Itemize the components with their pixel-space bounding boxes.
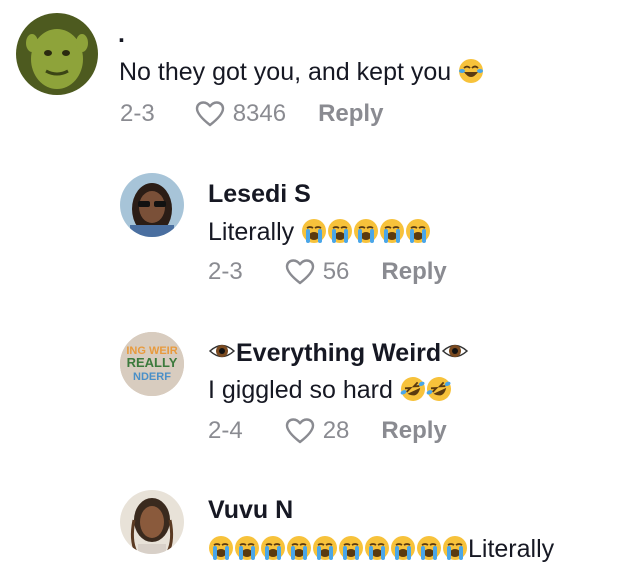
avatar[interactable] [120,173,184,237]
comment-date: 2-4 [208,417,243,444]
comment-meta: 2-3 8346 Reply [120,100,383,128]
username[interactable]: . [118,20,125,49]
sob-emoji-icon [406,219,431,243]
comment-meta: 2-3 56 Reply [208,258,447,286]
reply-button[interactable]: Reply [381,258,446,286]
username[interactable]: Lesedi S [208,180,311,209]
avatar[interactable] [16,13,98,95]
username[interactable]: Everything Weird [208,338,469,368]
comment-text-content: Literally [208,218,295,246]
username-text: Everything Weird [236,339,442,367]
comment-meta: 2-4 28 Reply [208,417,447,445]
sob-emoji-icon [443,536,467,560]
like-count: 56 [322,258,350,285]
comment-date: 2-3 [208,258,243,285]
eye-icon [442,344,469,358]
eye-icon [208,344,236,358]
sob-emoji-icon [365,536,389,560]
sob-emoji-icon [339,536,363,560]
sob-emoji-icon [380,219,405,243]
comment-text: Literally [208,535,554,564]
sob-emoji-icon [209,536,233,560]
comment-text: I giggled so hard [208,376,452,405]
username[interactable]: Vuvu N [208,496,293,525]
heart-icon[interactable] [195,100,225,128]
comment-text-content: Literally [468,535,555,563]
joy-emoji-icon [459,59,484,83]
sob-emoji-icon [287,536,311,560]
rofl-emoji-icon [426,377,451,401]
comment-text-content: I giggled so hard [208,376,393,404]
comment-date: 2-3 [120,100,155,127]
sob-emoji-icon [261,536,285,560]
avatar[interactable]: ING WEIR REALLY NDERF [120,332,184,396]
heart-icon[interactable] [285,417,315,445]
avatar-text-line: NDERF [133,371,171,383]
comment-text-content: No they got you, and kept you [119,58,452,86]
heart-icon[interactable] [285,258,315,286]
emoji-group [400,376,452,404]
reply-button[interactable]: Reply [381,417,446,445]
sob-emoji-icon [391,536,415,560]
reply-button[interactable]: Reply [318,100,383,128]
avatar[interactable] [120,490,184,554]
sob-emoji-icon [328,219,353,243]
sob-emoji-icon [235,536,259,560]
sob-emoji-icon [313,536,337,560]
emoji-group [301,218,431,246]
sob-emoji-icon [417,536,441,560]
like-count: 28 [322,417,350,444]
sob-emoji-icon [354,219,379,243]
comment-text: Literally [208,218,431,247]
emoji-group [208,535,468,563]
comment-text: No they got you, and kept you [119,58,484,87]
sob-emoji-icon [302,219,327,243]
rofl-emoji-icon [400,377,425,401]
avatar-text-line: REALLY [127,355,178,370]
like-count: 8346 [232,100,287,127]
